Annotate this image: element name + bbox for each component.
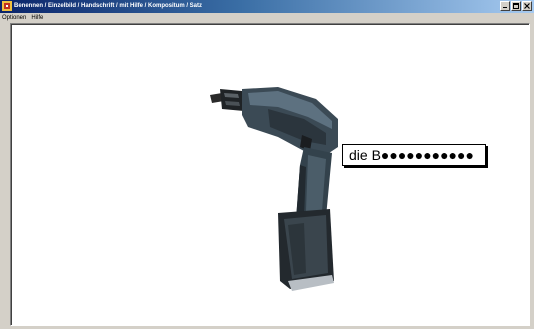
window-title: Benennen / Einzelbild / Handschrift / mi… <box>14 3 203 9</box>
maximize-button[interactable] <box>511 1 521 11</box>
window-controls <box>500 1 532 12</box>
app-window: Benennen / Einzelbild / Handschrift / mi… <box>0 0 534 329</box>
maximize-icon <box>513 3 519 9</box>
menu-optionen[interactable]: Optionen <box>0 13 29 23</box>
cordless-drill-image <box>210 87 338 291</box>
title-bar[interactable]: Benennen / Einzelbild / Handschrift / mi… <box>0 0 534 13</box>
app-icon <box>2 1 12 11</box>
minimize-button[interactable] <box>500 1 510 11</box>
answer-input[interactable]: die B●●●●●●●●●●● <box>342 144 486 166</box>
menu-hilfe[interactable]: Hilfe <box>29 13 46 23</box>
close-button[interactable] <box>522 1 532 11</box>
minimize-icon <box>503 7 507 8</box>
exercise-area: die B●●●●●●●●●●● <box>10 23 530 326</box>
exercise-canvas: die B●●●●●●●●●●● <box>11 24 529 325</box>
menu-bar: Optionen Hilfe <box>0 13 534 23</box>
close-icon <box>524 3 530 9</box>
